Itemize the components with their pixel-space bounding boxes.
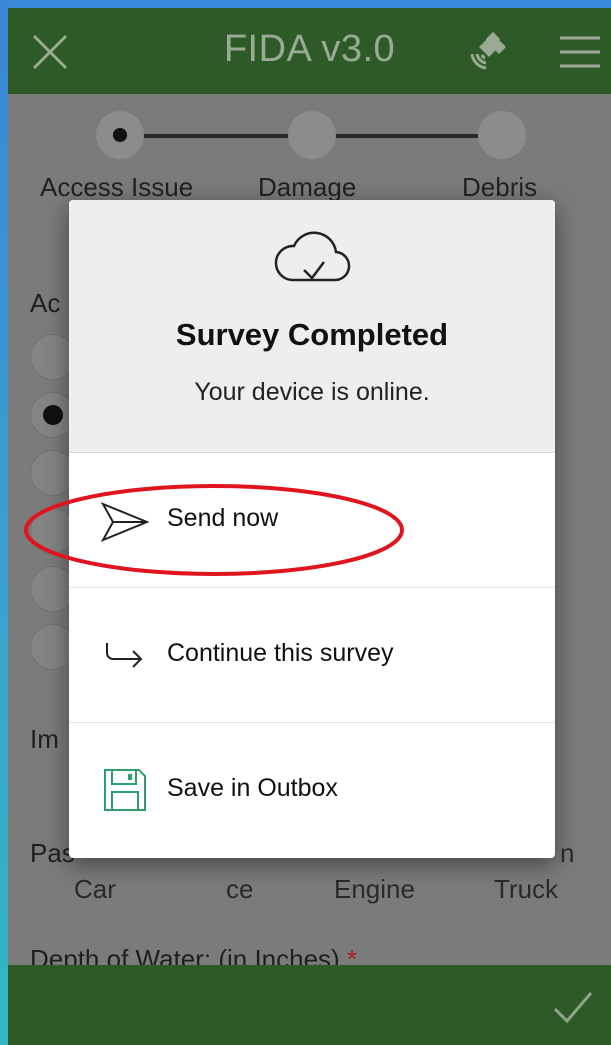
paper-plane-icon xyxy=(100,496,150,544)
question-label: Ac xyxy=(30,288,61,318)
step-indicator-damage[interactable] xyxy=(288,111,336,159)
return-arrow-icon xyxy=(101,631,149,679)
dialog-title: Survey Completed xyxy=(175,317,449,352)
app-window: FIDA v3.0 Access Issue Damage Debris Ac … xyxy=(8,8,611,1045)
cloud-check-icon xyxy=(272,224,352,288)
hamburger-menu-icon[interactable] xyxy=(554,26,606,78)
step-active-dot xyxy=(113,128,127,142)
option-label[interactable]: ce xyxy=(226,874,253,905)
send-now-label: Send now xyxy=(167,504,279,532)
radio-selected-dot xyxy=(43,405,63,425)
window-frame-top xyxy=(0,0,611,8)
continue-survey-label: Continue this survey xyxy=(167,639,394,667)
continue-survey-button[interactable]: Continue this survey xyxy=(69,588,555,723)
floppy-disk-icon xyxy=(101,766,149,814)
step-connector xyxy=(121,134,312,138)
option-label[interactable]: Engine xyxy=(334,874,415,905)
checkmark-icon[interactable] xyxy=(549,983,597,1031)
question-label: Im xyxy=(30,724,59,754)
step-indicator-debris[interactable] xyxy=(478,111,526,159)
step-label-debris: Debris xyxy=(462,172,538,202)
step-connector xyxy=(312,134,502,138)
app-footer xyxy=(8,965,611,1045)
app-header: FIDA v3.0 xyxy=(8,8,611,94)
step-indicator-access-issue[interactable] xyxy=(96,111,144,159)
step-label-damage: Damage xyxy=(258,172,357,202)
app-title: FIDA v3.0 xyxy=(223,28,396,70)
save-in-outbox-label: Save in Outbox xyxy=(167,774,338,802)
option-label-fragment: n xyxy=(560,838,575,868)
option-label[interactable]: Truck xyxy=(494,874,558,905)
option-label[interactable]: Car xyxy=(74,874,116,905)
save-in-outbox-button[interactable]: Save in Outbox xyxy=(69,723,555,857)
survey-completed-dialog: Survey Completed Your device is online. … xyxy=(69,200,555,858)
window-frame-edge xyxy=(0,0,8,1045)
step-label-access-issue: Access Issue xyxy=(40,172,194,202)
dialog-message: Your device is online. xyxy=(194,378,430,406)
dialog-header: Survey Completed Your device is online. xyxy=(69,200,555,453)
satellite-icon[interactable] xyxy=(462,26,514,78)
send-now-button[interactable]: Send now xyxy=(69,453,555,588)
